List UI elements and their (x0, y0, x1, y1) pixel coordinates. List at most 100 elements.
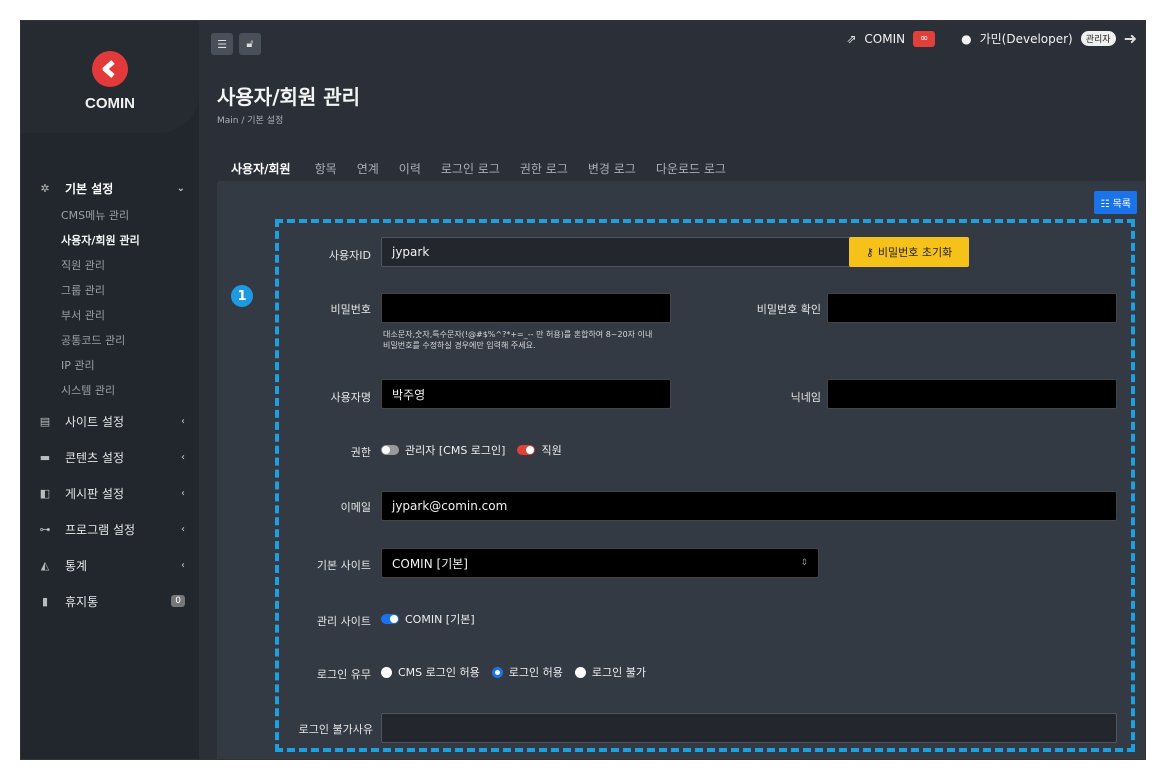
sidebar-group-label: 사이트 설정 (65, 414, 125, 429)
permission-toggles: 관리자 [CMS 로그인] 직원 (381, 442, 562, 458)
sidebar-group-label: 게시판 설정 (65, 486, 125, 501)
tab-login-log[interactable]: 로그인 로그 (431, 160, 510, 181)
password-confirm-label: 비밀번호 확인 (756, 303, 821, 316)
sidebar-group-board-settings[interactable]: ◧ 게시판 설정 ‹ (21, 475, 199, 511)
password-help-line-2: 비밀번호를 수정하실 경우에만 입력해 주세요. (383, 341, 536, 350)
managed-site-toggle-row: COMIN [기본] (381, 611, 475, 627)
admin-toggle[interactable] (381, 445, 399, 455)
password-confirm-field[interactable] (827, 293, 1117, 323)
page-title: 사용자/회원 관리 (217, 85, 361, 109)
sidebar-group-label: 프로그램 설정 (65, 522, 136, 537)
sidebar-menu: ✲ 기본 설정 ⌄ CMS메뉴 관리 사용자/회원 관리 직원 관리 그룹 관리… (21, 173, 199, 619)
tab-fields[interactable]: 항목 (305, 160, 347, 181)
app-frame: COMIN ✲ 기본 설정 ⌄ CMS메뉴 관리 사용자/회원 관리 직원 관리… (20, 20, 1146, 760)
login-block-reason-field[interactable] (381, 713, 1117, 743)
step-marker: 1 (231, 285, 253, 307)
list-toggle-icon[interactable]: ☰ (211, 33, 233, 55)
top-right-bar: ⇗ COMIN ∞ ● 가민(Developer) 관리자 ➜ (846, 29, 1137, 48)
email-label: 이메일 (340, 501, 371, 514)
role-badge: 관리자 (1080, 31, 1116, 46)
managed-site-toggle[interactable] (381, 614, 399, 624)
sidebar-item-department[interactable]: 부서 관리 (61, 303, 199, 328)
login-option-label: 로그인 허용 (508, 666, 563, 679)
gears-icon: ✲ (40, 181, 50, 195)
brand-name: COMIN (85, 95, 135, 112)
logout-icon[interactable]: ➜ (1124, 29, 1137, 48)
login-label: 로그인 유무 (316, 668, 371, 681)
tab-download-log[interactable]: 다운로드 로그 (646, 160, 736, 181)
sidebar-group-content-settings[interactable]: ▬ 콘텐츠 설정 ‹ (21, 439, 199, 475)
sidebar-group-trash[interactable]: ▮ 휴지통 0 (21, 583, 199, 619)
default-site-label: 기본 사이트 (316, 559, 371, 572)
breadcrumb: Main / 기본 설정 (217, 116, 284, 126)
login-radio-deny[interactable] (574, 666, 586, 678)
chevron-down-icon: ⌄ (176, 182, 185, 194)
sidebar-group-label: 기본 설정 (65, 181, 114, 196)
admin-toggle-label: 관리자 [CMS 로그인] (405, 444, 506, 457)
name-label: 사용자명 (330, 391, 371, 404)
unlock-icon[interactable]: 🔓︎ (239, 33, 261, 55)
server-icon: ▤ (39, 414, 51, 428)
brand[interactable]: COMIN (21, 21, 199, 133)
comin-logo-icon (92, 51, 128, 87)
sidebar-item-system[interactable]: 시스템 관리 (61, 378, 199, 403)
trash-count-badge: 0 (171, 595, 185, 607)
password-help-line-1: 대소문자,숫자,특수문자(!@#$%^?*+=_-- 만 허용)를 혼합하여 8… (383, 330, 653, 339)
login-block-reason-label: 로그인 불가사유 (298, 723, 373, 736)
list-button[interactable]: ☷ 목록 (1094, 191, 1137, 214)
reset-password-button[interactable]: ⚷ 비밀번호 초기화 (849, 237, 969, 267)
login-radio-cms[interactable] (381, 666, 392, 678)
select-arrows-icon: ⇕ (800, 558, 808, 568)
password-help: 대소문자,숫자,특수문자(!@#$%^?*+=_-- 만 허용)를 혼합하여 8… (383, 329, 803, 351)
email-field[interactable]: jypark@comin.com (381, 491, 1117, 521)
sidebar-group-program-settings[interactable]: ⊶ 프로그램 설정 ‹ (21, 511, 199, 547)
default-site-value: COMIN [기본] (392, 556, 468, 571)
list-button-label: 목록 (1112, 199, 1131, 210)
permission-label: 권한 (350, 446, 371, 459)
user-icon: ● (961, 31, 972, 46)
nickname-field[interactable] (827, 379, 1117, 409)
tab-bar: 사용자/회원 항목 연계 이력 로그인 로그 권한 로그 변경 로그 다운로드 … (217, 157, 736, 181)
tab-permission-log[interactable]: 권한 로그 (510, 160, 578, 181)
sidebar-item-user-member[interactable]: 사용자/회원 관리 (61, 228, 199, 253)
login-radio-allow[interactable] (491, 666, 503, 678)
staff-toggle[interactable] (517, 445, 536, 455)
staff-toggle-label: 직원 (541, 444, 562, 457)
managed-site-value: COMIN [기본] (405, 613, 475, 626)
sidebar-item-group[interactable]: 그룹 관리 (61, 278, 199, 303)
sidebar-group-site-settings[interactable]: ▤ 사이트 설정 ‹ (21, 403, 199, 439)
password-field[interactable] (381, 293, 671, 323)
managed-site-label: 관리 사이트 (316, 615, 371, 628)
password-label: 비밀번호 (330, 303, 371, 316)
reset-password-label: 비밀번호 초기화 (877, 246, 953, 259)
sidebar-group-basic-settings[interactable]: ✲ 기본 설정 ⌄ (21, 173, 199, 203)
sidebar-group-label: 통계 (65, 558, 88, 573)
sidebar: COMIN ✲ 기본 설정 ⌄ CMS메뉴 관리 사용자/회원 관리 직원 관리… (21, 21, 199, 759)
sitemap-icon: ⊶ (39, 522, 51, 536)
link-icon[interactable]: ∞ (913, 30, 936, 47)
nickname-label: 닉네임 (790, 391, 821, 404)
sidebar-group-statistics[interactable]: ◭ 통계 ‹ (21, 547, 199, 583)
default-site-select[interactable]: COMIN [기본] ⇕ (381, 548, 819, 578)
tab-history[interactable]: 이력 (389, 160, 431, 181)
user-name[interactable]: 가민(Developer) (980, 30, 1073, 47)
chevron-left-icon: ‹ (181, 415, 185, 427)
comments-icon: ◧ (39, 486, 51, 500)
tab-user-member[interactable]: 사용자/회원 (217, 160, 305, 181)
topbar: ☰ 🔓︎ ⇗ COMIN ∞ ● 가민(Developer) 관리자 ➜ (199, 21, 1145, 71)
login-radio-group: CMS 로그인 허용 로그인 허용 로그인 불가 (381, 664, 646, 680)
sidebar-item-common-code[interactable]: 공통코드 관리 (61, 328, 199, 353)
sidebar-item-ip[interactable]: IP 관리 (61, 353, 199, 378)
login-option-label: CMS 로그인 허용 (398, 666, 480, 679)
tab-link[interactable]: 연계 (347, 160, 389, 181)
login-option-label: 로그인 불가 (591, 666, 646, 679)
name-field[interactable]: 박주영 (381, 379, 671, 409)
sidebar-group-label: 휴지통 (65, 594, 99, 609)
user-id-field[interactable]: jypark (381, 237, 851, 267)
site-link[interactable]: COMIN (864, 32, 905, 46)
sidebar-item-cms-menu[interactable]: CMS메뉴 관리 (61, 203, 199, 228)
external-link-icon: ⇗ (846, 31, 857, 46)
tab-change-log[interactable]: 변경 로그 (578, 160, 646, 181)
chart-icon: ◭ (40, 558, 50, 572)
sidebar-item-staff[interactable]: 직원 관리 (61, 253, 199, 278)
